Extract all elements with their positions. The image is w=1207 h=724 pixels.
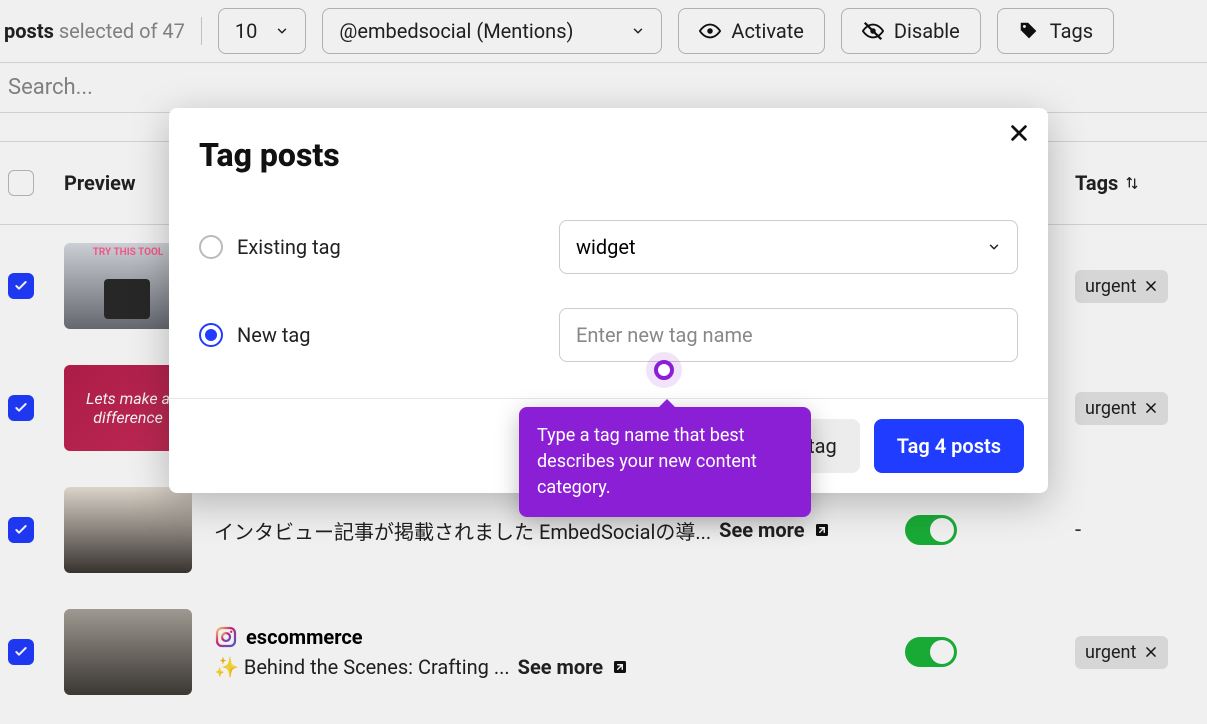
new-tag-radio[interactable] [199,323,223,347]
modal-title: Tag posts [199,136,1018,174]
existing-tag-label: Existing tag [237,235,341,259]
tour-tooltip: Type a tag name that best describes your… [519,407,811,517]
existing-tag-select[interactable]: widget [559,220,1018,274]
close-icon[interactable] [1008,122,1030,144]
new-tag-input-wrap [559,308,1018,362]
new-tag-input[interactable] [576,323,1001,347]
tooltip-text: Type a tag name that best describes your… [537,425,757,498]
tag-posts-button[interactable]: Tag 4 posts [874,419,1024,473]
existing-tag-radio[interactable] [199,235,223,259]
new-tag-label: New tag [237,323,311,347]
chevron-down-icon [987,240,1001,254]
tag-posts-label: Tag 4 posts [897,434,1001,458]
existing-tag-value: widget [576,235,636,259]
